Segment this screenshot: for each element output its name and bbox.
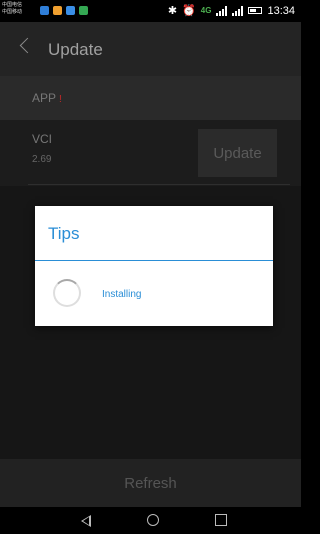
app-row[interactable]: APP! [0,76,301,120]
battery-icon [248,7,263,14]
vci-version: 2.69 [32,154,52,165]
back-arrow-icon[interactable] [19,37,36,54]
carrier-info: 中国电信 中国移动 [2,2,22,16]
app-notification-icon [40,6,49,15]
dialog-message: Installing [102,289,142,300]
app-notification-icon [79,6,88,15]
clock: 13:34 [267,4,295,17]
vci-name: VCI [32,132,53,146]
status-bar: 中国电信 中国移动 ✱ ⏰ 4G 13:34 [0,0,301,22]
status-icons: ✱ ⏰ 4G 13:34 [167,4,295,18]
nav-recents-icon[interactable] [215,514,227,526]
divider [28,184,290,185]
refresh-button[interactable]: Refresh [0,459,301,507]
screen: 中国电信 中国移动 ✱ ⏰ 4G 13:34 Update APP! VCI 2… [0,0,301,534]
signal-icon [232,5,244,16]
loading-spinner-icon [53,279,81,307]
notification-icons [40,6,88,15]
tips-dialog: Tips Installing [35,206,273,326]
app-label-text: APP [32,91,57,105]
carrier-line-1: 中国电信 [2,2,23,8]
dialog-title: Tips [48,224,80,243]
dialog-divider [35,260,273,261]
vci-update-button[interactable]: Update [198,129,277,177]
nav-home-icon[interactable] [147,514,159,526]
vci-row: VCI 2.69 Update [0,120,301,186]
carrier-line-2: 中国移动 [2,9,23,15]
update-badge: ! [59,94,62,105]
app-notification-icon [53,6,62,15]
app-label: APP! [32,91,62,105]
alarm-icon: ⏰ [182,5,196,17]
network-type: 4G [200,6,212,15]
page-title: Update [48,40,103,59]
toolbar: Update [0,22,301,76]
signal-icon [216,5,228,16]
bluetooth-icon: ✱ [167,5,178,17]
nav-back-icon[interactable] [81,515,91,527]
app-notification-icon [66,6,75,15]
navigation-bar [0,507,301,534]
